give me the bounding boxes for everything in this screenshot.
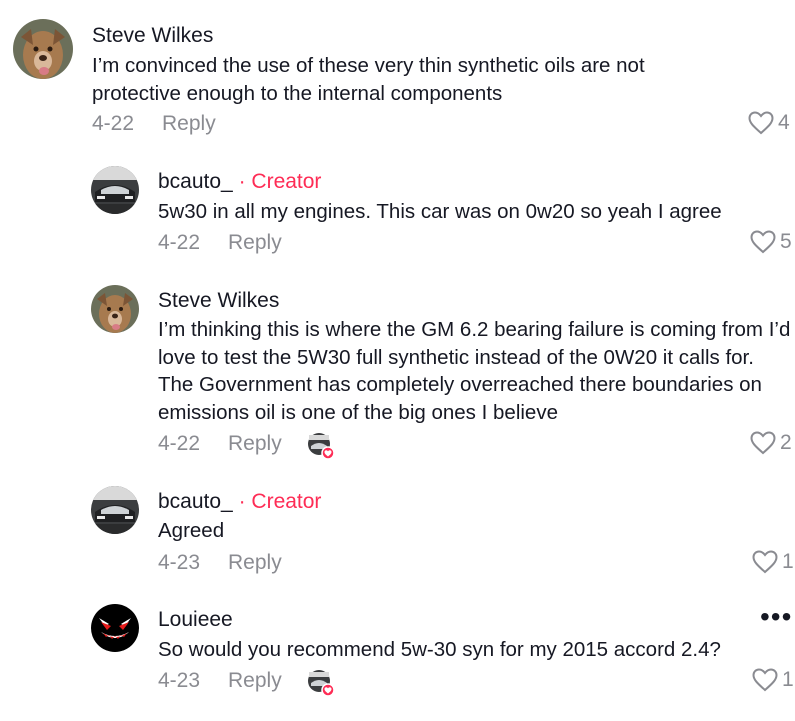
heart-icon xyxy=(752,668,778,692)
heart-icon xyxy=(748,111,774,135)
author-name[interactable]: bcauto_ xyxy=(158,490,233,513)
comment-text: I’m thinking this is where the GM 6.2 be… xyxy=(158,318,791,424)
like-count: 5 xyxy=(780,230,792,253)
creator-liked-icon xyxy=(307,669,335,697)
comment-text: 5w30 in all my engines. This car was on … xyxy=(158,200,722,223)
reply-button[interactable]: Reply xyxy=(228,551,282,575)
comment-text: So would you recommend 5w-30 syn for my … xyxy=(158,638,721,661)
more-options-icon[interactable]: ••• xyxy=(760,603,792,631)
comment-author[interactable]: Steve Wilkes xyxy=(92,24,213,48)
like-button[interactable]: 2 xyxy=(750,431,792,455)
comment-date: 4-22 xyxy=(158,432,201,455)
reply-button[interactable]: Reply xyxy=(228,432,282,456)
creator-badge: · Creator xyxy=(238,490,322,513)
creator-liked-icon xyxy=(307,432,335,460)
comment-author[interactable]: Louieee xyxy=(158,608,233,632)
heart-icon xyxy=(750,431,776,455)
reply-button[interactable]: Reply xyxy=(228,231,282,255)
like-count: 1 xyxy=(782,668,794,691)
comment-date: 4-23 xyxy=(158,669,201,692)
like-count: 1 xyxy=(782,550,794,573)
dog-avatar[interactable] xyxy=(13,19,73,79)
like-button[interactable]: 4 xyxy=(748,111,790,135)
like-button[interactable]: 1 xyxy=(752,668,794,692)
like-button[interactable]: 1 xyxy=(752,550,794,574)
car-avatar[interactable] xyxy=(91,486,139,534)
comment-date: 4-23 xyxy=(158,551,201,574)
like-count: 2 xyxy=(780,431,792,454)
devil-face-avatar[interactable] xyxy=(91,604,139,652)
comment-author[interactable]: bcauto_ · Creator xyxy=(158,490,321,514)
heart-icon xyxy=(750,230,776,254)
creator-badge: · Creator xyxy=(238,170,322,193)
comment-date: 4-22 xyxy=(92,112,135,135)
car-avatar[interactable] xyxy=(91,166,139,214)
reply-button[interactable]: Reply xyxy=(162,112,216,136)
like-count: 4 xyxy=(778,111,790,134)
heart-icon xyxy=(752,550,778,574)
dog-avatar[interactable] xyxy=(91,285,139,333)
author-name[interactable]: bcauto_ xyxy=(158,170,233,193)
comment-date: 4-22 xyxy=(158,231,201,254)
comment-author[interactable]: Steve Wilkes xyxy=(158,289,279,313)
reply-button[interactable]: Reply xyxy=(228,669,282,693)
comment-text: I’m convinced the use of these very thin… xyxy=(92,54,645,105)
comment-author[interactable]: bcauto_ · Creator xyxy=(158,170,321,194)
comment-text: Agreed xyxy=(158,519,225,542)
like-button[interactable]: 5 xyxy=(750,230,792,254)
